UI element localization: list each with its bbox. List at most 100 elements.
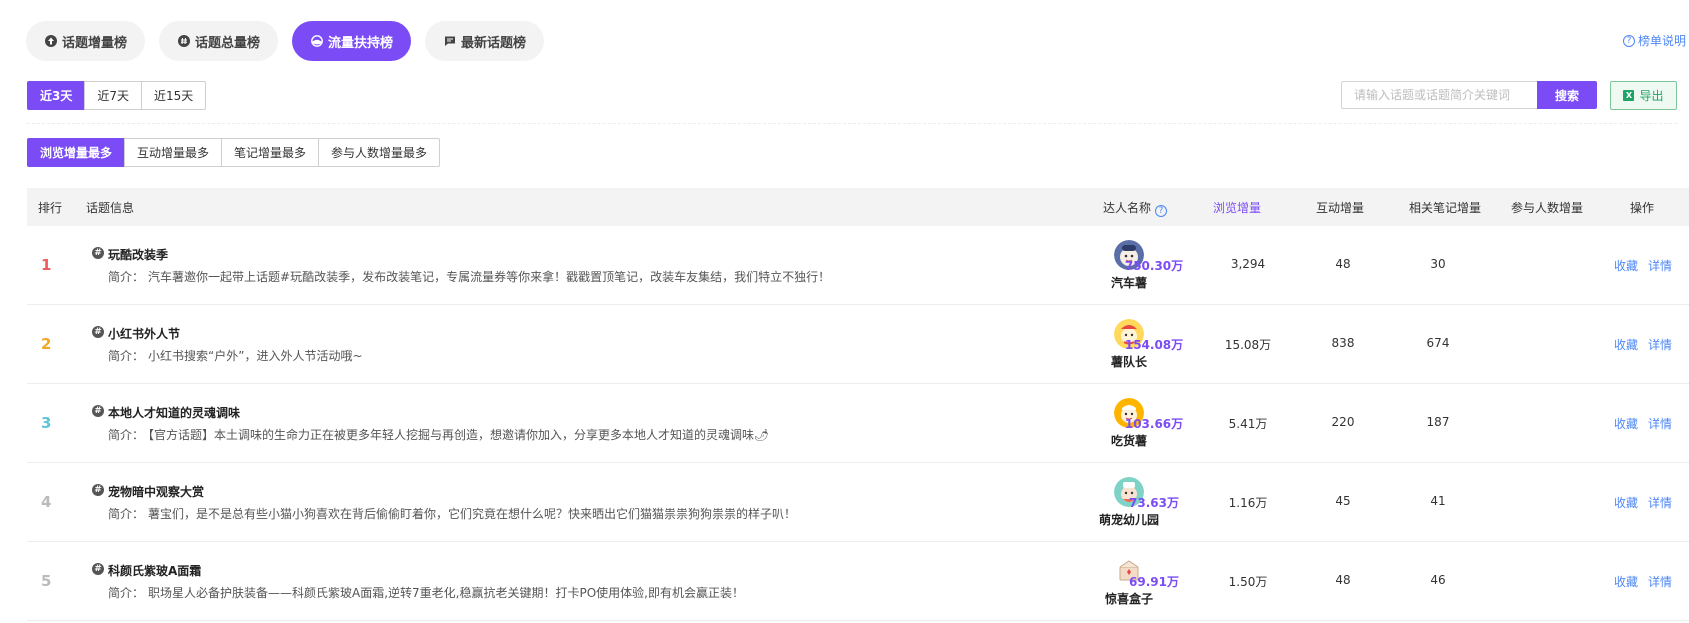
- help-link-label: 榜单说明: [1638, 34, 1687, 48]
- rank-number: 5: [41, 572, 52, 590]
- arrow-up-circle-icon: [44, 35, 57, 48]
- tab-label: 话题增量榜: [62, 35, 128, 51]
- participants-value: 674: [1426, 336, 1450, 350]
- desc-label: 简介：: [108, 270, 145, 284]
- col-kol: 达人名称?: [1103, 199, 1168, 217]
- desc-label: 简介：: [108, 428, 145, 442]
- favorite-link[interactable]: 收藏: [1614, 496, 1638, 510]
- metric-participants[interactable]: 参与人数增量最多: [318, 138, 441, 167]
- col-participants[interactable]: 参与人数增量: [1511, 199, 1583, 216]
- participants-value: 187: [1426, 415, 1450, 429]
- hash-icon: #: [92, 405, 104, 417]
- divider: [27, 123, 1677, 124]
- col-views[interactable]: 浏览增量: [1213, 199, 1261, 216]
- topic-title[interactable]: 小红书外人节: [108, 325, 180, 342]
- interactions-value: 15.08万: [1224, 338, 1272, 352]
- views-value: 154.08万: [1124, 338, 1184, 352]
- range-15-days[interactable]: 近15天: [141, 81, 207, 110]
- detail-link[interactable]: 详情: [1648, 417, 1672, 431]
- interactions-value: 1.50万: [1228, 575, 1268, 589]
- table-row: 3 # 本地人才知道的灵魂调味 简介： 【官方话题】本土调味的生命力正在被更多年轻…: [27, 384, 1689, 463]
- topic-description: 简介： 小红书搜索“户外”，进入外人节活动哦~: [108, 347, 363, 364]
- hash-icon: #: [92, 484, 104, 496]
- col-interactions[interactable]: 互动增量: [1316, 199, 1364, 216]
- detail-link[interactable]: 详情: [1648, 496, 1672, 510]
- desc-text: 薯宝们，是不是总有些小猫小狗喜欢在背后偷偷盯着你，它们究竟在想什么呢？快来晒出它…: [148, 507, 797, 521]
- kol-name[interactable]: 惊喜盒子: [1105, 590, 1153, 607]
- desc-label: 简介：: [108, 586, 145, 600]
- metric-interactions[interactable]: 互动增量最多: [124, 138, 223, 167]
- ranking-help-link[interactable]: ? 榜单说明: [1623, 32, 1686, 49]
- message-square-icon: [443, 35, 456, 48]
- col-kol-label: 达人名称: [1103, 201, 1152, 215]
- kol-name[interactable]: 汽车薯: [1111, 274, 1147, 291]
- kol-name[interactable]: 吃货薯: [1111, 432, 1147, 449]
- detail-link[interactable]: 详情: [1648, 338, 1672, 352]
- ranking-table-body: 1 # 玩酷改装季 简介： 汽车薯邀你一起带上话题#玩酷改装季，发布改装笔记，专属…: [27, 226, 1689, 621]
- export-label: 导出: [1639, 89, 1664, 103]
- range-7-days[interactable]: 近7天: [84, 81, 142, 110]
- search-button[interactable]: 搜索: [1537, 81, 1597, 109]
- excel-icon: X: [1623, 90, 1635, 101]
- notes-value: 48: [1335, 573, 1351, 587]
- topic-title[interactable]: 本地人才知道的灵魂调味: [108, 404, 240, 421]
- col-actions: 操作: [1630, 201, 1655, 215]
- question-circle-icon: ?: [1623, 34, 1635, 47]
- metric-views[interactable]: 浏览增量最多: [27, 138, 126, 167]
- detail-link[interactable]: 详情: [1648, 259, 1672, 273]
- tab-latest-topics[interactable]: 最新话题榜: [425, 21, 545, 61]
- detail-link[interactable]: 详情: [1648, 575, 1672, 589]
- views-value: 73.63万: [1129, 496, 1179, 510]
- favorite-link[interactable]: 收藏: [1614, 338, 1638, 352]
- row-actions: 收藏 详情: [1614, 494, 1682, 511]
- col-notes[interactable]: 相关笔记增量: [1409, 199, 1481, 216]
- ranking-tabs: 话题增量榜 话题总量榜 流量扶持榜 最新话题榜: [26, 21, 545, 61]
- search-input[interactable]: [1341, 81, 1538, 109]
- favorite-link[interactable]: 收藏: [1614, 259, 1638, 273]
- row-actions: 收藏 详情: [1614, 573, 1682, 590]
- interactions-value: 1.16万: [1228, 496, 1268, 510]
- favorite-link[interactable]: 收藏: [1614, 575, 1638, 589]
- hash-icon: #: [92, 326, 104, 338]
- rank-number: 1: [41, 256, 52, 274]
- metric-selector: 浏览增量最多 互动增量最多 笔记增量最多 参与人数增量最多: [27, 138, 441, 167]
- rank-number: 4: [41, 493, 52, 511]
- topic-title[interactable]: 玩酷改装季: [108, 246, 168, 263]
- notes-value: 838: [1331, 336, 1355, 350]
- tab-topic-increment[interactable]: 话题增量榜: [26, 21, 146, 61]
- interactions-value: 3,294: [1230, 257, 1266, 271]
- views-value: 103.66万: [1124, 417, 1184, 431]
- table-row: 2 # 小红书外人节 简介： 小红书搜索“户外”，进入外人节活动哦~ 薯队长 15…: [27, 305, 1689, 384]
- interactions-value: 5.41万: [1228, 417, 1268, 431]
- kol-name[interactable]: 薯队长: [1111, 353, 1147, 370]
- topic-description: 简介： 薯宝们，是不是总有些小猫小狗喜欢在背后偷偷盯着你，它们究竟在想什么呢？快来…: [108, 505, 796, 522]
- tab-traffic-support[interactable]: 流量扶持榜: [292, 21, 412, 61]
- day-range-selector: 近3天 近7天 近15天: [27, 81, 207, 110]
- range-3-days[interactable]: 近3天: [27, 81, 86, 110]
- kol-name[interactable]: 萌宠幼儿园: [1099, 511, 1159, 528]
- notes-value: 220: [1331, 415, 1355, 429]
- row-actions: 收藏 详情: [1614, 257, 1682, 274]
- table-header: 排行 话题信息 达人名称? 浏览增量 互动增量 相关笔记增量 参与人数增量 操作: [27, 188, 1689, 226]
- participants-value: 46: [1430, 573, 1446, 587]
- desc-text: 汽车薯邀你一起带上话题#玩酷改装季，发布改装笔记，专属流量券等你来拿！戳戳置顶笔…: [148, 270, 831, 284]
- metric-notes[interactable]: 笔记增量最多: [221, 138, 320, 167]
- table-row: 4 # 宠物暗中观察大赏 简介： 薯宝们，是不是总有些小猫小狗喜欢在背后偷偷盯着你…: [27, 463, 1689, 542]
- favorite-link[interactable]: 收藏: [1614, 417, 1638, 431]
- tab-topic-total[interactable]: 话题总量榜: [159, 21, 279, 61]
- notes-value: 45: [1335, 494, 1351, 508]
- table-row: 5 # 科颜氏紫玻A面霜 简介： 职场星人必备护肤装备——科颜氏紫玻A面霜,逆转7…: [27, 542, 1689, 621]
- desc-label: 简介：: [108, 349, 145, 363]
- topic-title[interactable]: 科颜氏紫玻A面霜: [108, 562, 201, 579]
- col-topic: 话题信息: [86, 201, 135, 215]
- question-circle-icon[interactable]: ?: [1155, 205, 1168, 217]
- row-actions: 收藏 详情: [1614, 415, 1682, 432]
- gauge-icon: [310, 35, 323, 48]
- row-actions: 收藏 详情: [1614, 336, 1682, 353]
- topic-description: 简介： 【官方话题】本土调味的生命力正在被更多年轻人挖掘与再创造，想邀请你加入，分…: [108, 426, 769, 443]
- export-button[interactable]: X 导出: [1610, 81, 1677, 110]
- participants-value: 41: [1430, 494, 1446, 508]
- tab-label: 最新话题榜: [461, 35, 527, 51]
- notes-value: 48: [1335, 257, 1351, 271]
- topic-title[interactable]: 宠物暗中观察大赏: [108, 483, 204, 500]
